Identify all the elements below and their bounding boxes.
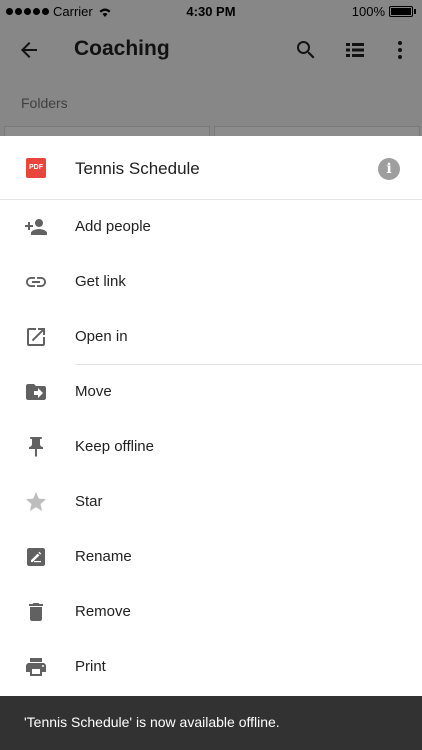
menu-item-print[interactable]: Print	[0, 640, 422, 695]
menu-item-star[interactable]: Star	[0, 475, 422, 530]
snackbar: 'Tennis Schedule' is now available offli…	[0, 696, 422, 750]
link-icon	[26, 277, 46, 287]
menu-item-label: Keep offline	[75, 438, 154, 455]
menu-item-label: Print	[75, 658, 106, 675]
menu-item-get-link[interactable]: Get link	[0, 255, 422, 310]
menu-item-open-in[interactable]: Open in	[0, 310, 422, 365]
file-name: Tennis Schedule	[75, 159, 200, 178]
menu-item-add-people[interactable]: Add people	[0, 200, 422, 255]
rename-icon	[27, 548, 45, 566]
menu-item-label: Open in	[75, 328, 128, 345]
print-icon	[26, 658, 46, 676]
menu-item-label: Remove	[75, 603, 131, 620]
menu-item-remove[interactable]: Remove	[0, 585, 422, 640]
add-person-icon	[25, 219, 47, 235]
star-icon	[26, 492, 46, 511]
action-sheet: PDF Tennis Schedule i Add people Get lin…	[0, 136, 422, 750]
snackbar-message: 'Tennis Schedule' is now available offli…	[24, 714, 280, 730]
pin-icon	[29, 437, 43, 457]
info-icon[interactable]: i	[378, 158, 400, 180]
menu-item-label: Rename	[75, 548, 132, 565]
sheet-header: PDF Tennis Schedule i	[0, 136, 422, 200]
menu-item-label: Add people	[75, 218, 151, 235]
menu-item-rename[interactable]: Rename	[0, 530, 422, 585]
menu-item-label: Star	[75, 493, 103, 510]
trash-icon	[29, 603, 43, 621]
move-folder-icon	[26, 384, 46, 400]
menu-item-move[interactable]: Move	[0, 365, 422, 420]
menu-item-keep-offline[interactable]: Keep offline	[0, 420, 422, 475]
menu-item-label: Move	[75, 383, 112, 400]
open-in-new-icon	[27, 328, 45, 346]
menu-item-label: Get link	[75, 273, 126, 290]
scrim-overlay[interactable]	[0, 0, 422, 136]
pdf-icon: PDF	[26, 158, 46, 178]
screen: Carrier 4:30 PM 100% Coaching Folders PD…	[0, 0, 422, 750]
